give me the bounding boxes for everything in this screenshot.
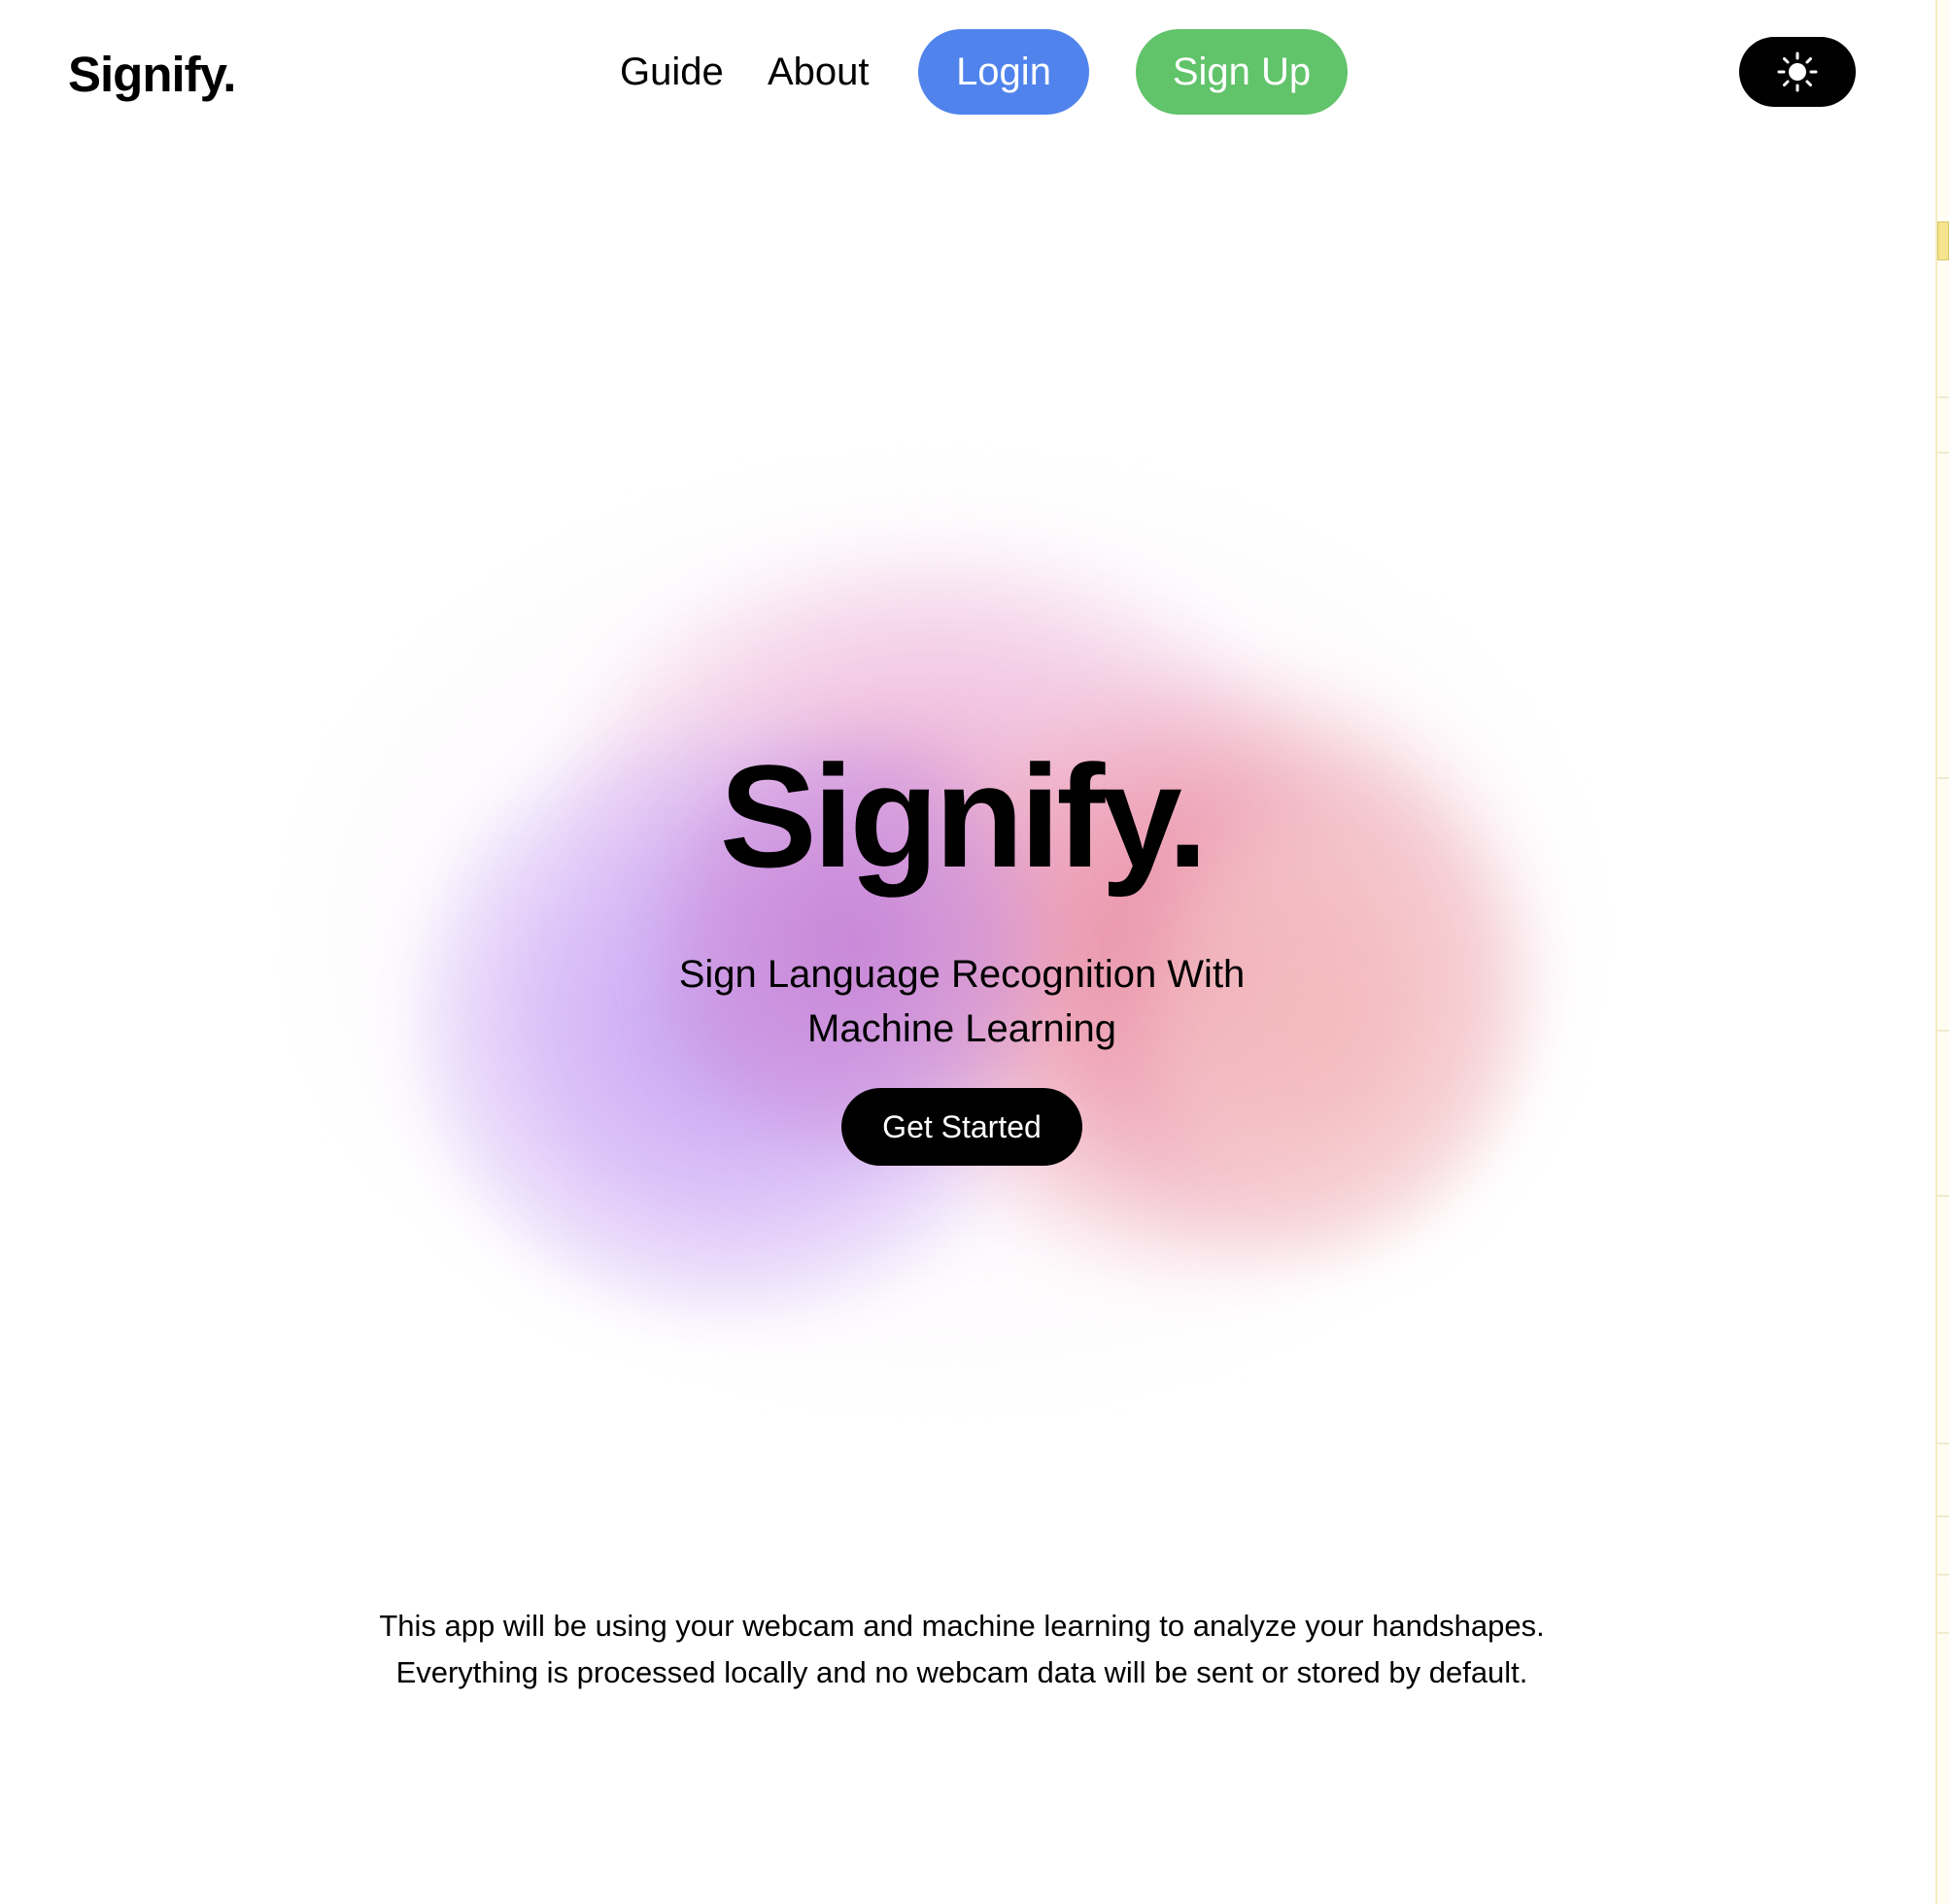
hero-subtitle: Sign Language Recognition With Machine L… [678, 953, 1246, 1050]
edge-tick [1937, 1030, 1949, 1032]
sun-icon [1776, 51, 1819, 93]
edge-tick [1937, 1443, 1949, 1445]
edge-tick [1937, 1632, 1949, 1634]
nav-link-guide[interactable]: Guide [620, 29, 724, 115]
edge-tick [1937, 452, 1949, 454]
top-nav: Guide About Login Sign Up [0, 29, 1949, 115]
nav-link-about[interactable]: About [768, 29, 870, 115]
webcam-disclaimer: This app will be using your webcam and m… [194, 1603, 1729, 1696]
sign-up-button[interactable]: Sign Up [1136, 29, 1348, 115]
edge-marker [1937, 221, 1949, 260]
edge-tick [1937, 1195, 1949, 1197]
edge-tick [1937, 1574, 1949, 1576]
edge-tick [1937, 396, 1949, 398]
get-started-button[interactable]: Get Started [841, 1088, 1082, 1166]
hero-title: Signify. [719, 734, 1209, 898]
login-button[interactable]: Login [918, 29, 1089, 115]
edge-tick [1937, 777, 1949, 779]
disclaimer-line-1: This app will be using your webcam and m… [379, 1609, 1545, 1643]
edge-tick [1937, 1515, 1949, 1517]
theme-toggle-button[interactable] [1739, 37, 1856, 107]
window-edge-strip [1935, 0, 1949, 1904]
disclaimer-line-2: Everything is processed locally and no w… [395, 1655, 1528, 1689]
